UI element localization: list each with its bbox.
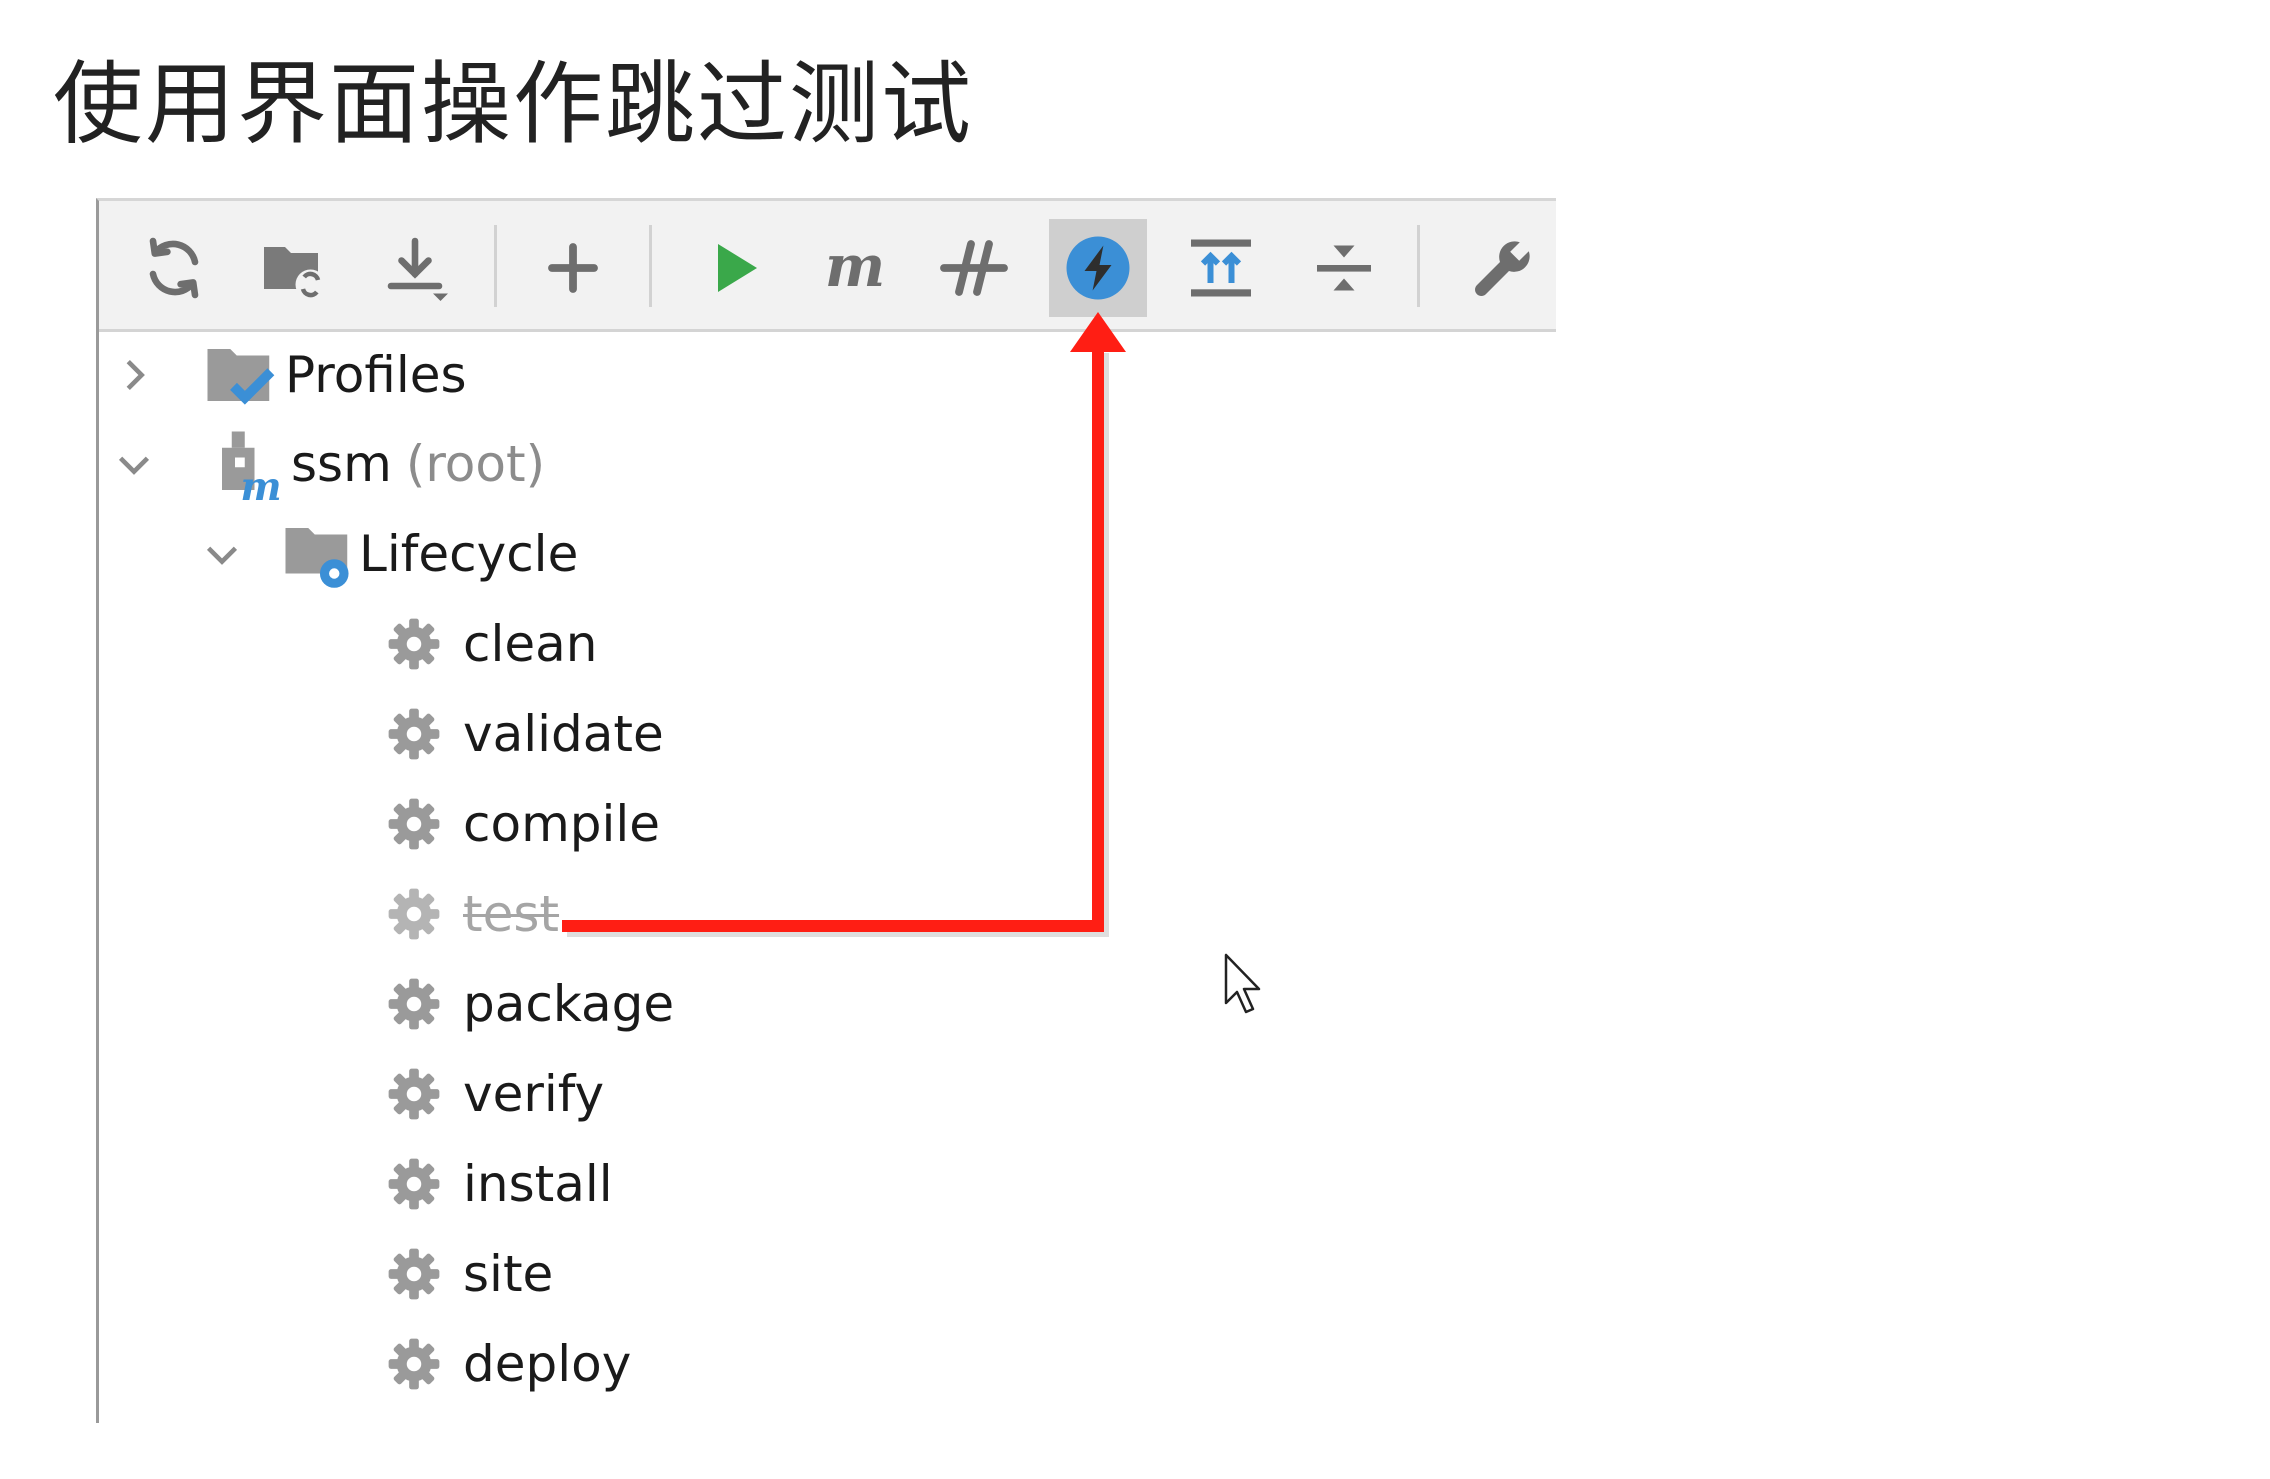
maven-tool-window: m Profiles m ssm (root) Lifecycle clean … [96,198,1556,1423]
gear-icon [388,1068,440,1120]
generate-sources-button[interactable] [245,219,343,317]
gear-icon [388,708,440,760]
toggle-offline-icon [940,240,1008,296]
toolbar-separator [494,225,497,307]
gear-icon [388,978,440,1030]
phase-label: install [463,1155,613,1213]
project-root-suffix: (root) [405,435,546,493]
lifecycle-phase-compile[interactable]: compile [385,784,660,864]
toolbar-separator [1417,225,1420,307]
tree-node-label: Lifecycle [359,525,579,583]
settings-wrench-icon [1475,241,1530,296]
show-dependencies-icon [1191,239,1251,297]
maven-module-icon: m [222,431,282,503]
skip-tests-button[interactable] [1049,219,1147,317]
maven-settings-button[interactable] [1454,219,1552,317]
tree-node-profiles[interactable]: Profiles [111,335,467,415]
tree-node-project-ssm[interactable]: m ssm (root) [111,424,545,504]
maven-goal-icon: m [825,233,885,300]
add-icon [548,243,598,293]
phase-label: validate [463,705,664,763]
page-title: 使用界面操作跳过测试 [53,52,973,157]
project-name: ssm [291,435,392,493]
reload-icon [149,237,199,299]
lifecycle-phase-install[interactable]: install [385,1144,613,1224]
execute-maven-goal-button[interactable]: m [806,219,904,317]
download-sources-button[interactable] [369,219,467,317]
phase-label: deploy [463,1335,632,1393]
collapse-all-button[interactable] [1295,219,1393,317]
run-icon [718,244,757,292]
phase-label: verify [463,1065,605,1123]
svg-text:m: m [240,464,281,503]
generate-sources-icon [264,247,326,300]
lifecycle-phase-test[interactable]: test [385,874,559,954]
skip-tests-icon [1066,236,1130,300]
chevron-right-icon[interactable] [111,352,157,398]
lifecycle-phase-verify[interactable]: verify [385,1054,604,1134]
lifecycle-phase-package[interactable]: package [385,964,674,1044]
lifecycle-phase-deploy[interactable]: deploy [385,1324,631,1404]
phase-label: package [463,975,675,1033]
chevron-down-icon[interactable] [199,531,245,577]
add-maven-project-button[interactable] [524,219,622,317]
gear-icon [388,888,440,940]
show-dependencies-button[interactable] [1172,219,1270,317]
toolbar-separator [649,225,652,307]
svg-text:m: m [825,233,885,300]
chevron-down-icon[interactable] [111,441,157,487]
profiles-folder-icon [207,349,275,405]
lifecycle-phase-site[interactable]: site [385,1234,553,1314]
reload-button[interactable] [125,219,223,317]
collapse-all-icon [1317,245,1371,291]
maven-toolbar: m [99,201,1556,332]
lifecycle-phase-validate[interactable]: validate [385,694,664,774]
gear-icon [388,1158,440,1210]
phase-label-skipped: test [463,885,560,943]
lifecycle-folder-icon [285,528,349,588]
gear-icon [388,618,440,670]
phase-label: clean [463,615,598,673]
gear-icon [388,1338,440,1390]
phase-label: compile [463,795,661,853]
download-icon [387,237,448,301]
gear-icon [388,1248,440,1300]
gear-icon [388,798,440,850]
phase-label: site [463,1245,554,1303]
toggle-offline-mode-button[interactable] [925,219,1023,317]
run-maven-build-button[interactable] [684,219,782,317]
lifecycle-phase-clean[interactable]: clean [385,604,597,684]
tree-node-label: Profiles [285,346,467,404]
tree-node-lifecycle[interactable]: Lifecycle [199,514,578,594]
